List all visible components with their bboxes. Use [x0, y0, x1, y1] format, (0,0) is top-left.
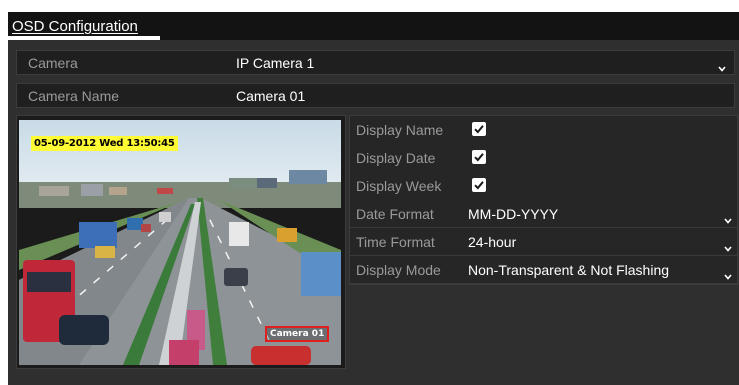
- display-date-option: Display Date: [350, 144, 737, 172]
- chevron-down-icon[interactable]: [724, 239, 732, 257]
- camera-name-label: Camera Name: [28, 88, 120, 104]
- display-name-option: Display Name: [350, 116, 737, 144]
- display-name-checkbox[interactable]: [472, 122, 486, 136]
- display-date-label: Display Date: [356, 150, 436, 166]
- display-date-checkbox[interactable]: [472, 150, 486, 164]
- display-week-option: Display Week: [350, 172, 737, 200]
- checkmark-icon: [474, 181, 484, 190]
- time-format-value: 24-hour: [468, 234, 517, 250]
- display-week-checkbox[interactable]: [472, 178, 486, 192]
- camera-name-value[interactable]: Camera 01: [236, 88, 305, 104]
- title-bar: OSD Configuration: [8, 12, 739, 40]
- time-format-select[interactable]: Time Format 24-hour: [350, 228, 737, 256]
- checkmark-icon: [474, 153, 484, 162]
- page-title: OSD Configuration: [12, 18, 138, 35]
- date-format-value: MM-DD-YYYY: [468, 206, 559, 222]
- date-format-label: Date Format: [356, 206, 434, 222]
- osd-options-panel: Display Name Display Date Display Week D…: [349, 115, 738, 285]
- display-mode-label: Display Mode: [356, 262, 441, 278]
- camera-name-field[interactable]: Camera Name Camera 01: [16, 83, 735, 108]
- date-format-select[interactable]: Date Format MM-DD-YYYY: [350, 200, 737, 228]
- camera-select[interactable]: Camera IP Camera 1: [16, 50, 735, 75]
- display-mode-select[interactable]: Display Mode Non-Transparent & Not Flash…: [350, 256, 737, 284]
- display-name-label: Display Name: [356, 122, 444, 138]
- display-mode-value: Non-Transparent & Not Flashing: [468, 262, 670, 278]
- title-underline: [8, 36, 160, 40]
- display-week-label: Display Week: [356, 178, 442, 194]
- osd-datetime-overlay[interactable]: 05-09-2012 Wed 13:50:45: [31, 136, 178, 151]
- camera-preview[interactable]: 05-09-2012 Wed 13:50:45 Camera 01: [16, 115, 346, 369]
- camera-value: IP Camera 1: [236, 55, 315, 71]
- osd-camera-name-overlay[interactable]: Camera 01: [265, 326, 330, 342]
- chevron-down-icon[interactable]: [724, 267, 732, 285]
- time-format-label: Time Format: [356, 234, 435, 250]
- checkmark-icon: [474, 125, 484, 134]
- osd-configuration-panel: OSD Configuration Camera IP Camera 1 Cam…: [8, 12, 739, 385]
- camera-label: Camera: [28, 55, 78, 71]
- chevron-down-icon[interactable]: [724, 211, 732, 229]
- chevron-down-icon[interactable]: [718, 59, 726, 77]
